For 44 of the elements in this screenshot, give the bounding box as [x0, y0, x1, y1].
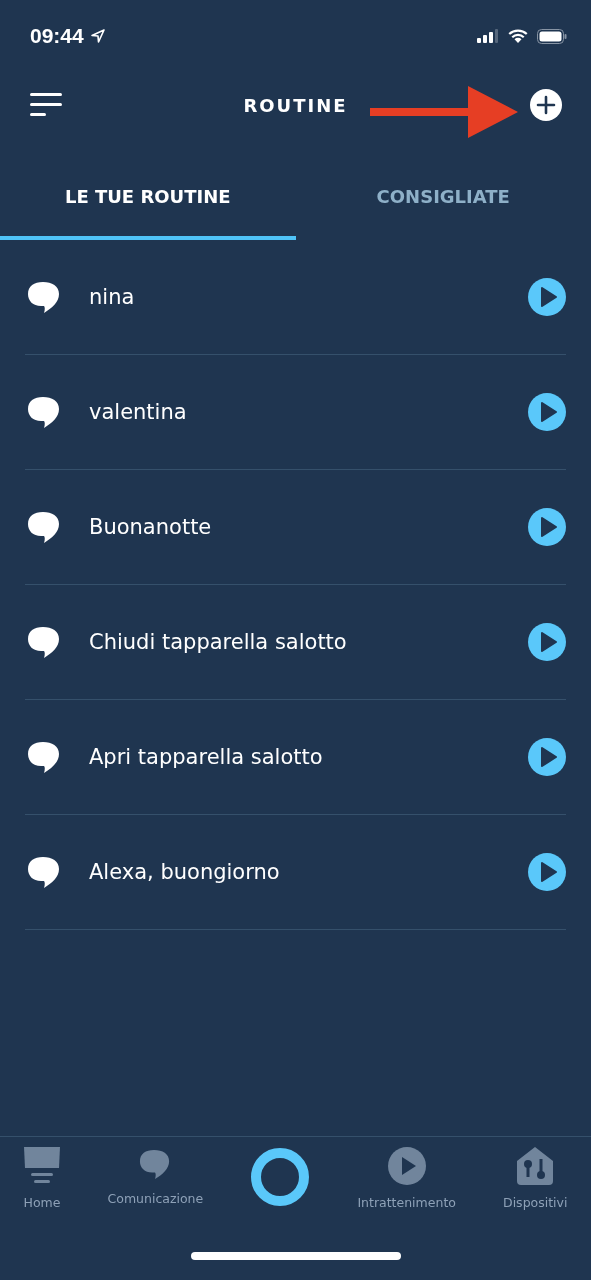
speech-bubble-icon [27, 395, 61, 429]
battery-icon [537, 28, 567, 44]
routine-name: valentina [89, 400, 188, 424]
menu-icon[interactable] [30, 92, 64, 118]
speech-bubble-icon [27, 625, 61, 659]
wifi-icon [507, 28, 529, 44]
speech-bubble-icon [27, 855, 61, 889]
play-button[interactable] [528, 738, 566, 776]
alexa-ring-icon [250, 1147, 311, 1207]
routine-item[interactable]: nina [25, 240, 566, 355]
speech-bubble-icon [27, 280, 61, 314]
location-icon [89, 28, 106, 44]
routine-name: nina [89, 285, 136, 309]
nav-item[interactable]: Intrattenimento [357, 1147, 456, 1210]
routine-name: Alexa, buongiorno [89, 860, 281, 884]
status-time: 09:44 [30, 24, 84, 48]
home-icon [24, 1147, 60, 1185]
routine-name: Buonanotte [89, 515, 213, 539]
play-button[interactable] [528, 623, 566, 661]
speech-bubble-icon [27, 740, 61, 774]
routine-item[interactable]: Chiudi tapparella salotto [25, 585, 566, 700]
routine-name: Chiudi tapparella salotto [89, 630, 348, 654]
routine-item[interactable]: Alexa, buongiorno [25, 815, 566, 930]
speech-bubble-icon [27, 510, 61, 544]
routine-item[interactable]: valentina [25, 355, 566, 470]
play-button[interactable] [528, 853, 566, 891]
nav-item[interactable] [250, 1147, 311, 1207]
nav-item[interactable]: Dispositivi [503, 1147, 568, 1210]
play-button[interactable] [528, 508, 566, 546]
speech-bubble-icon [139, 1147, 172, 1181]
play-button[interactable] [528, 393, 566, 431]
routine-item[interactable]: Buonanotte [25, 470, 566, 585]
routine-name: Apri tapparella salotto [89, 745, 324, 769]
page-title: ROUTINE [243, 94, 348, 116]
add-button[interactable] [530, 89, 562, 121]
tab[interactable]: CONSIGLIATE [295, 138, 591, 240]
play-button[interactable] [528, 278, 566, 316]
play-icon [387, 1147, 426, 1185]
tab[interactable]: LE TUE ROUTINE [0, 138, 296, 240]
nav-item[interactable]: Home [23, 1147, 61, 1210]
signal-icon [477, 29, 499, 43]
nav-item[interactable]: Comunicazione [107, 1147, 204, 1206]
devices-icon [517, 1147, 554, 1185]
routine-item[interactable]: Apri tapparella salotto [25, 700, 566, 815]
